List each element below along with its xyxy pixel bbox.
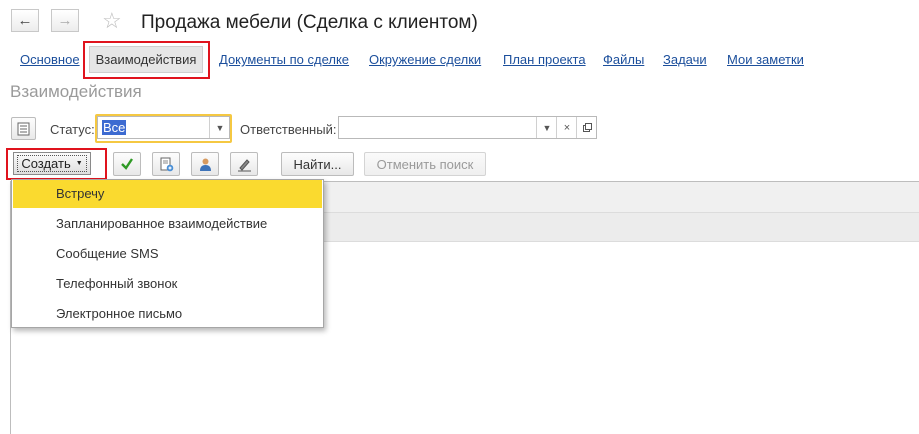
forward-button[interactable]: → [51, 9, 79, 32]
menu-item-email[interactable]: Электронное письмо [13, 300, 322, 328]
tab-deal-documents[interactable]: Документы по сделке [219, 52, 349, 68]
clear-icon[interactable]: × [556, 117, 577, 138]
create-based-on-button[interactable] [152, 152, 180, 176]
checkmark-icon [121, 158, 133, 170]
chevron-down-icon: ▼ [75, 160, 83, 167]
star-icon[interactable]: ☆ [102, 9, 122, 33]
list-icon [17, 122, 30, 135]
tab-main[interactable]: Основное [20, 52, 80, 68]
tab-files[interactable]: Файлы [603, 52, 644, 68]
user-icon [199, 158, 211, 171]
section-title: Взаимодействия [10, 82, 142, 101]
document-add-icon [160, 157, 173, 171]
menu-item-phone-call[interactable]: Телефонный звонок [13, 270, 322, 298]
tab-project-plan[interactable]: План проекта [503, 52, 586, 68]
edit-button[interactable] [230, 152, 258, 176]
create-dropdown-menu: Встречу Запланированное взаимодействие С… [11, 179, 324, 328]
chevron-down-icon[interactable]: ▼ [209, 117, 230, 138]
page-title: Продажа мебели (Сделка с клиентом) [141, 12, 478, 33]
tab-interactions[interactable]: Взаимодействия [89, 46, 203, 73]
menu-item-meeting[interactable]: Встречу [13, 180, 322, 208]
responsible-field[interactable]: ▼ × [338, 116, 597, 139]
menu-item-sms[interactable]: Сообщение SMS [13, 240, 322, 268]
cancel-search-button[interactable]: Отменить поиск [364, 152, 486, 176]
arrow-left-icon: ← [17, 12, 33, 29]
tab-my-notes[interactable]: Мои заметки [727, 52, 804, 68]
responsible-label: Ответственный: [240, 122, 337, 137]
status-label: Статус: [50, 122, 95, 137]
menu-item-planned-interaction[interactable]: Запланированное взаимодействие [13, 210, 322, 238]
mark-done-button[interactable] [113, 152, 141, 176]
status-value: Все [102, 120, 127, 135]
pen-icon [237, 158, 251, 171]
settings-panel-button[interactable] [11, 117, 36, 140]
create-button[interactable]: Создать ▼ [13, 152, 91, 175]
tab-deal-environment[interactable]: Окружение сделки [369, 52, 481, 68]
status-select[interactable]: Все ▼ [97, 116, 230, 139]
arrow-right-icon: → [57, 12, 73, 29]
chevron-down-icon[interactable]: ▼ [536, 117, 557, 138]
create-button-label: Создать [21, 156, 71, 171]
tab-tasks[interactable]: Задачи [663, 52, 707, 68]
open-icon[interactable] [576, 117, 597, 138]
contact-button[interactable] [191, 152, 219, 176]
find-button[interactable]: Найти... [281, 152, 354, 176]
back-button[interactable]: ← [11, 9, 39, 32]
